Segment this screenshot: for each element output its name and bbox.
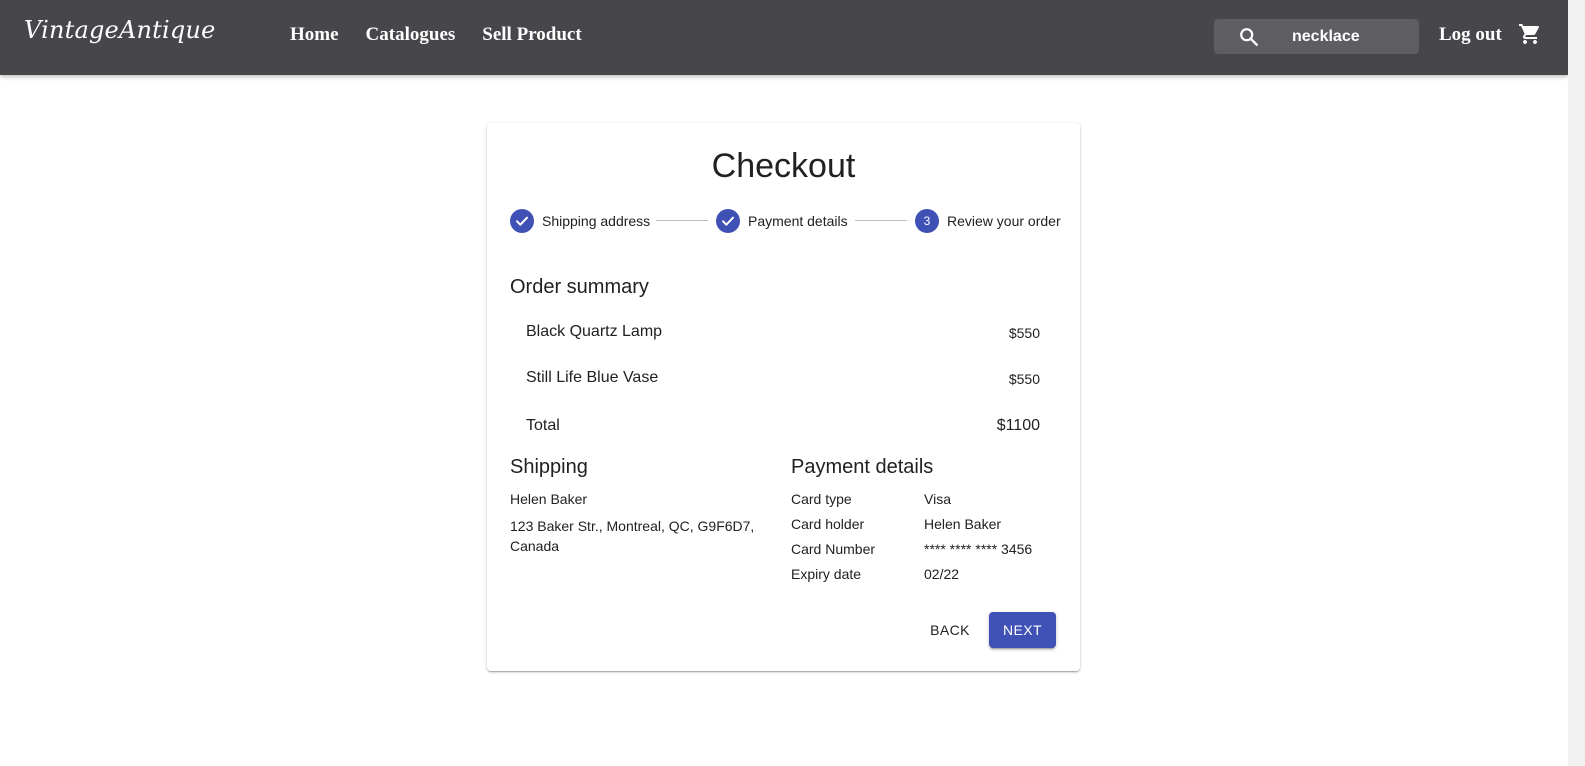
nav-catalogues-link[interactable]: Catalogues: [366, 24, 456, 46]
total-label: Total: [526, 417, 560, 434]
shipping-title: Shipping: [510, 456, 588, 478]
step-connector: [855, 220, 907, 221]
card-type-value: Visa: [924, 491, 951, 507]
brand-logo[interactable]: VintageAntique: [24, 16, 216, 44]
expiry-date-value: 02/22: [924, 566, 960, 582]
expiry-date-label: Expiry date: [791, 566, 862, 582]
main-nav: Home Catalogues Sell Product: [290, 24, 582, 46]
item-price: $550: [1008, 371, 1040, 387]
search-input[interactable]: [1280, 19, 1412, 54]
search-icon[interactable]: [1238, 26, 1260, 48]
check-icon: [516, 216, 528, 226]
step-label: Payment details: [748, 213, 848, 229]
nav-sell-product-link[interactable]: Sell Product: [482, 24, 581, 46]
checkout-card: Checkout Shipping address Payment detail…: [487, 123, 1080, 671]
step-number-badge: 3: [915, 209, 939, 233]
shipping-address: 123 Baker Str., Montreal, QC, G9F6D7, Ca…: [510, 518, 755, 554]
step-completed-badge: [510, 209, 534, 233]
step-payment-details: Payment details: [716, 209, 848, 233]
order-summary-title: Order summary: [510, 276, 649, 298]
item-name: Black Quartz Lamp: [526, 323, 663, 340]
search-box: [1214, 19, 1419, 54]
total-value: $1100: [996, 417, 1040, 434]
shipping-name: Helen Baker: [510, 491, 588, 507]
step-shipping-address: Shipping address: [510, 209, 650, 233]
step-completed-badge: [716, 209, 740, 233]
card-number-label: Card Number: [791, 541, 876, 557]
next-button[interactable]: NEXT: [989, 612, 1056, 648]
step-label: Review your order: [947, 213, 1061, 229]
logout-link[interactable]: Log out: [1439, 24, 1502, 46]
back-button[interactable]: BACK: [920, 612, 980, 648]
shopping-cart-icon[interactable]: [1518, 22, 1542, 46]
card-number-value: **** **** **** 3456: [924, 541, 1033, 557]
card-holder-value: Helen Baker: [924, 516, 1002, 532]
item-price: $550: [1008, 325, 1040, 341]
payment-details-title: Payment details: [791, 456, 934, 478]
page-scrollbar[interactable]: [1568, 0, 1585, 766]
card-type-label: Card type: [791, 491, 852, 507]
step-label: Shipping address: [542, 213, 651, 229]
nav-home-link[interactable]: Home: [290, 24, 339, 46]
step-connector: [656, 220, 708, 221]
check-icon: [722, 216, 734, 226]
app-bar: VintageAntique Home Catalogues Sell Prod…: [0, 0, 1568, 75]
card-holder-label: Card holder: [791, 516, 865, 532]
item-name: Still Life Blue Vase: [526, 369, 659, 386]
page-title: Checkout: [711, 147, 856, 185]
step-review-order: 3 Review your order: [915, 209, 1061, 233]
